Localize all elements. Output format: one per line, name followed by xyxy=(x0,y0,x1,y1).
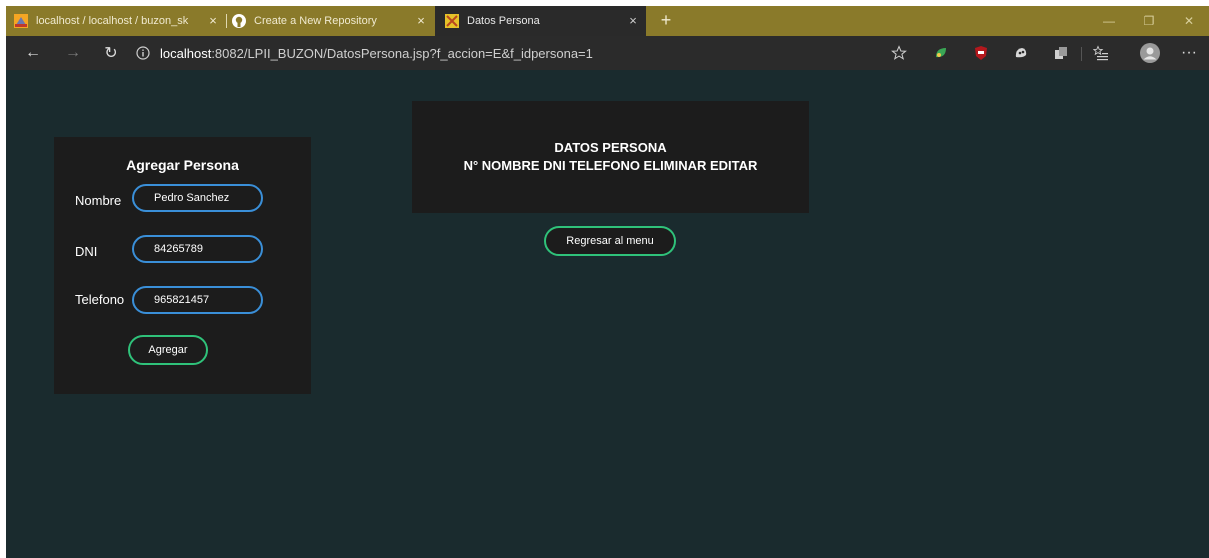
minimize-button[interactable]: — xyxy=(1089,6,1129,36)
url-host: localhost xyxy=(160,45,212,61)
person-table-panel: DATOS PERSONA N° NOMBRE DNI TELEFONO ELI… xyxy=(412,101,809,213)
page-content: Agregar Persona Nombre DNI Telefono Agre… xyxy=(6,70,1209,558)
info-icon[interactable] xyxy=(134,44,152,62)
tab-separator xyxy=(226,14,227,28)
phone-label: Telefono xyxy=(75,292,125,307)
page-favicon-icon xyxy=(445,14,459,28)
more-menu-icon[interactable]: ··· xyxy=(1178,42,1200,64)
tab-github[interactable]: Create a New Repository × xyxy=(232,6,434,36)
ublock-icon[interactable] xyxy=(972,44,990,62)
tab-datos-persona[interactable]: Datos Persona × xyxy=(435,6,646,36)
close-window-button[interactable]: ✕ xyxy=(1169,6,1209,36)
tab-title: Datos Persona xyxy=(467,15,540,27)
favorites-list-icon[interactable] xyxy=(1092,44,1110,62)
tab-title: localhost / localhost / buzon_sk xyxy=(36,15,189,27)
forward-button[interactable]: → xyxy=(62,42,84,64)
extension-ghost-icon[interactable] xyxy=(1012,44,1030,62)
collections-icon[interactable] xyxy=(1052,44,1070,62)
github-icon xyxy=(232,14,246,28)
phone-input[interactable] xyxy=(132,286,263,314)
tab-strip: localhost / localhost / buzon_sk × Creat… xyxy=(6,6,1209,36)
close-icon[interactable]: × xyxy=(206,14,220,28)
add-button[interactable]: Agregar xyxy=(128,335,208,365)
address-bar[interactable]: localhost :8082/LPII_BUZON/DatosPersona.… xyxy=(134,41,914,65)
dni-label: DNI xyxy=(75,244,98,259)
url-path: :8082/LPII_BUZON/DatosPersona.jsp?f_acci… xyxy=(211,45,593,61)
favorite-star-icon[interactable] xyxy=(890,44,908,62)
close-icon[interactable]: × xyxy=(414,14,428,28)
tab-phpmyadmin[interactable]: localhost / localhost / buzon_sk × xyxy=(14,6,226,36)
toolbar-divider xyxy=(1081,47,1082,61)
name-label: Nombre xyxy=(75,193,122,208)
phpmyadmin-icon xyxy=(14,14,28,28)
browser-window: localhost / localhost / buzon_sk × Creat… xyxy=(6,6,1209,558)
tab-title: Create a New Repository xyxy=(254,15,377,27)
restore-button[interactable]: ❐ xyxy=(1129,6,1169,36)
new-tab-button[interactable]: + xyxy=(656,10,676,30)
table-title: DATOS PERSONA xyxy=(554,140,667,155)
extension-leaf-icon[interactable] xyxy=(932,44,950,62)
name-input[interactable] xyxy=(132,184,263,212)
back-to-menu-button[interactable]: Regresar al menu xyxy=(544,226,676,256)
refresh-button[interactable]: ↻ xyxy=(100,42,122,64)
dni-input[interactable] xyxy=(132,235,263,263)
navigation-bar: ← → ↻ localhost :8082/LPII_BUZON/DatosPe… xyxy=(6,36,1209,70)
profile-avatar-icon[interactable] xyxy=(1140,43,1160,63)
back-button[interactable]: ← xyxy=(22,42,44,64)
add-person-form: Agregar Persona Nombre DNI Telefono Agre… xyxy=(54,137,311,394)
table-header-row: N° NOMBRE DNI TELEFONO ELIMINAR EDITAR xyxy=(463,158,758,173)
close-icon[interactable]: × xyxy=(626,14,640,28)
form-title: Agregar Persona xyxy=(126,157,239,173)
